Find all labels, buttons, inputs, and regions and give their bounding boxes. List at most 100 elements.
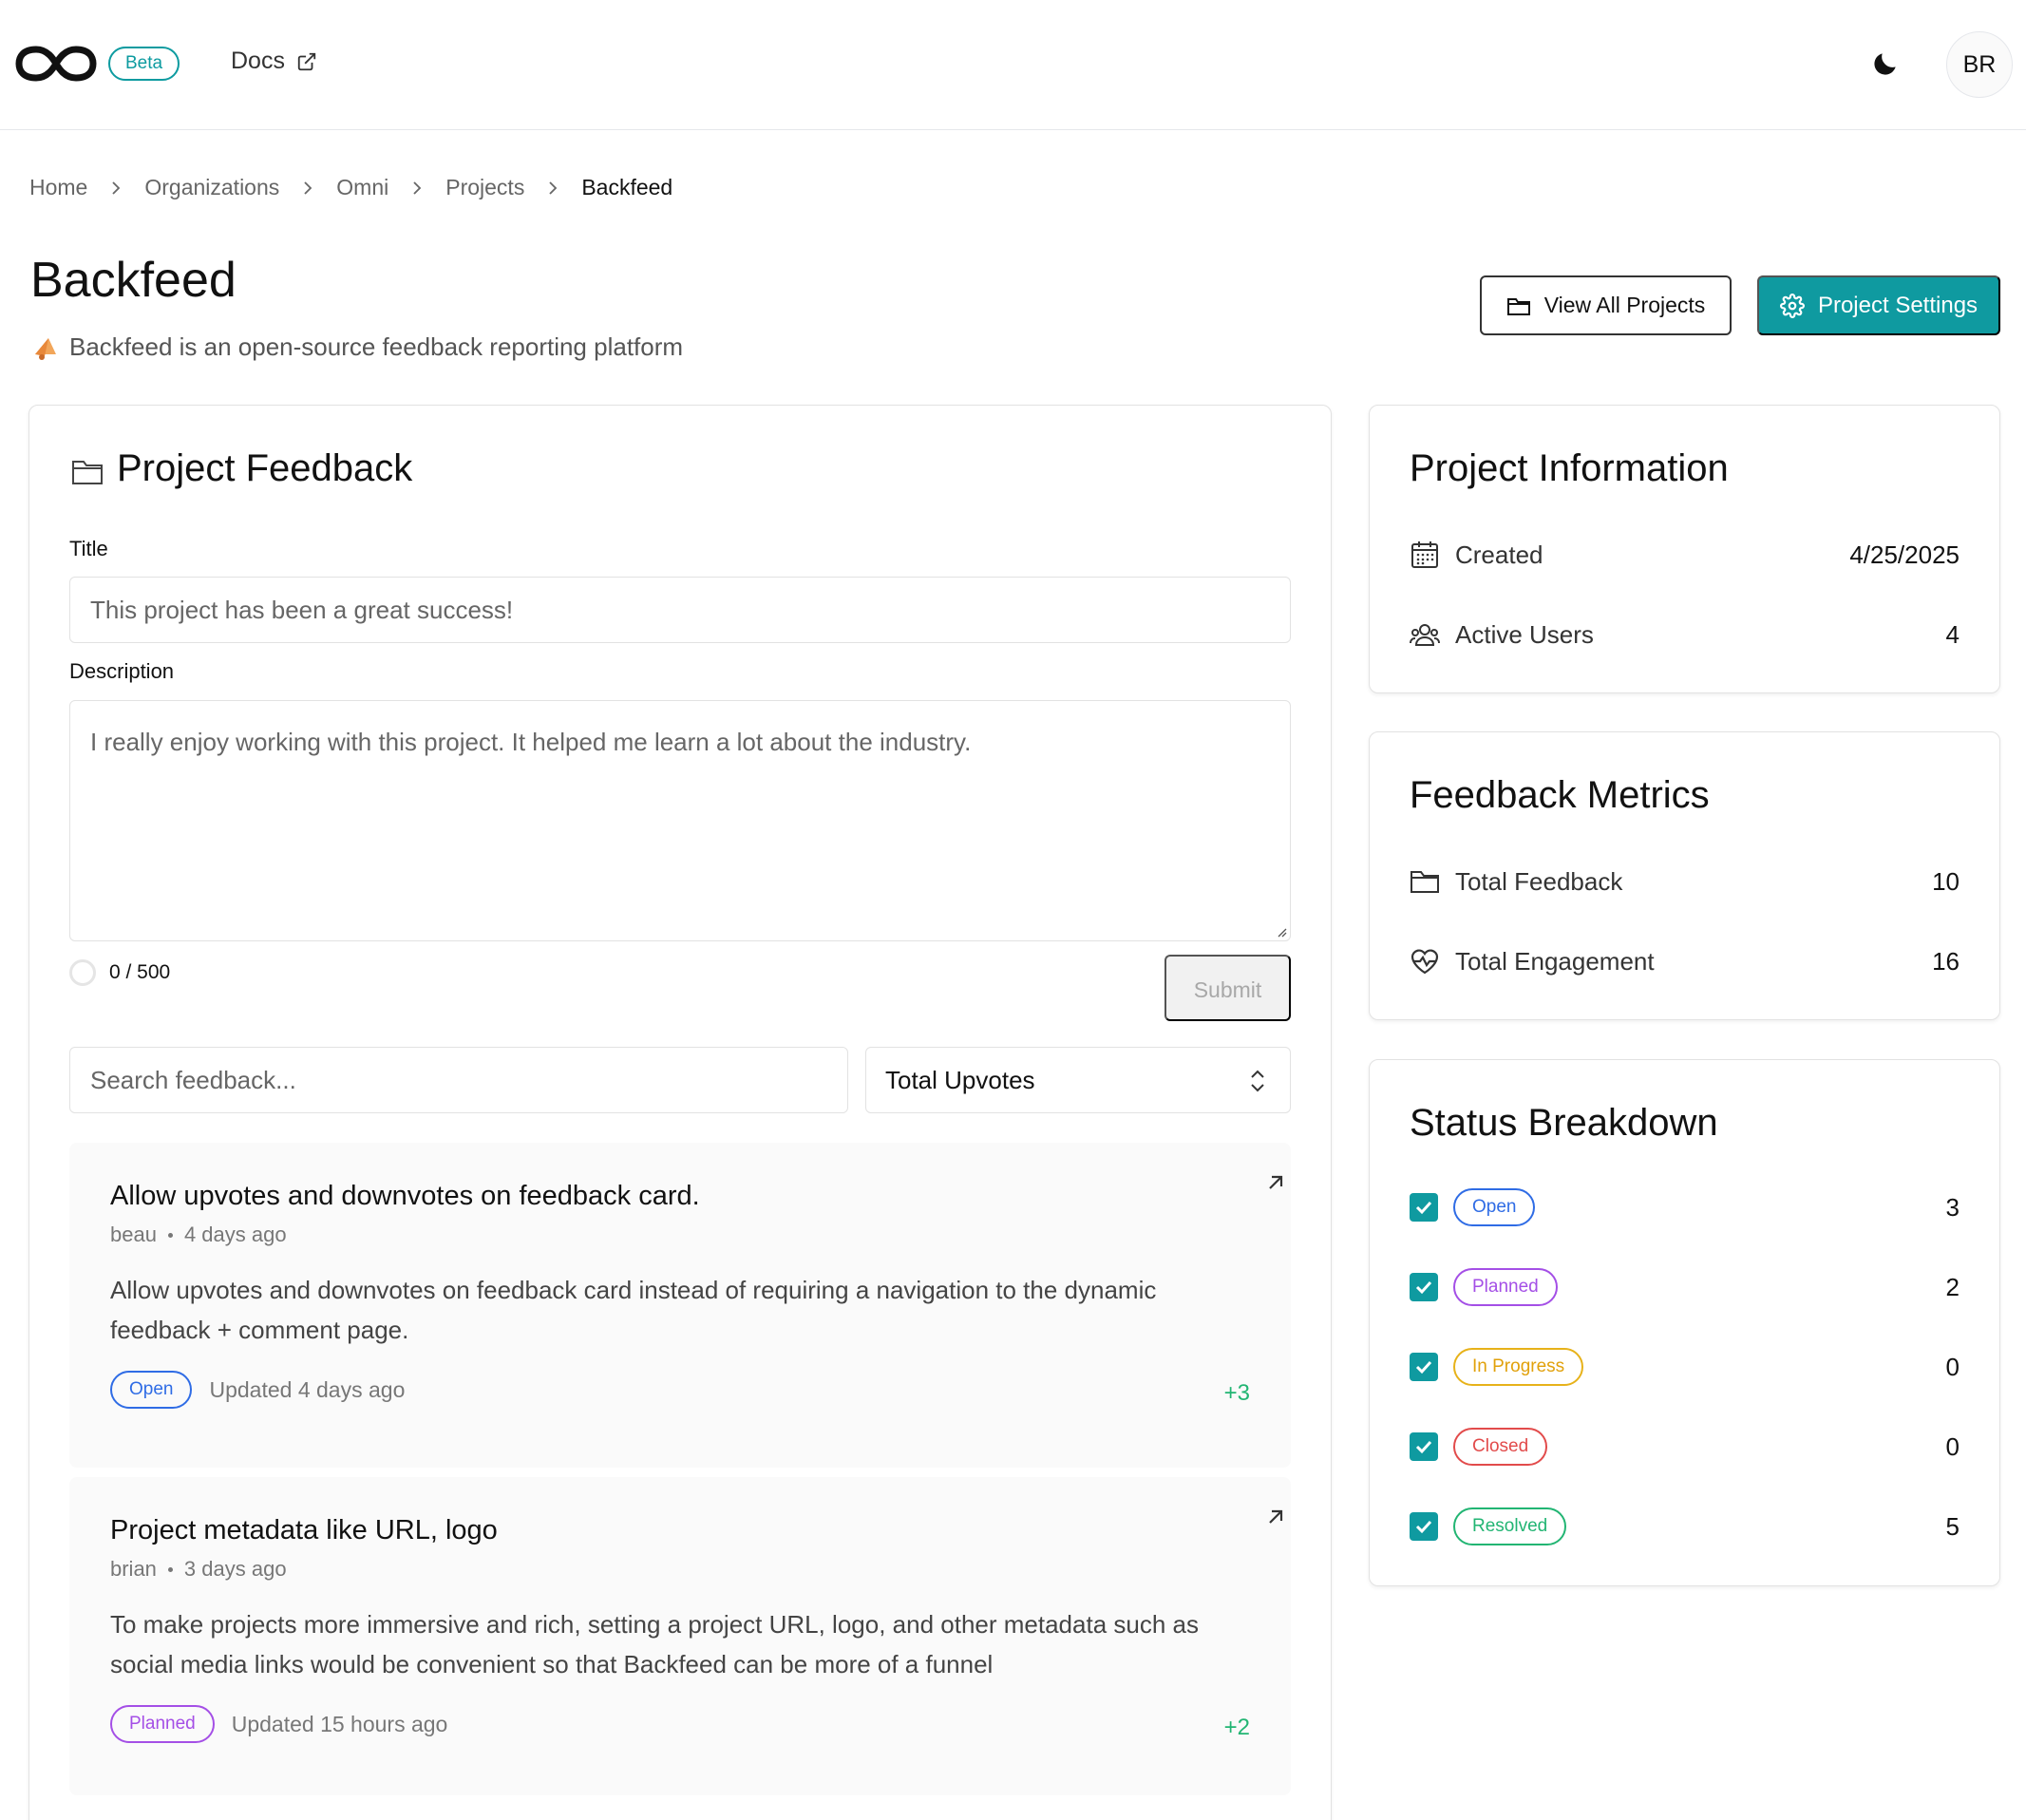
feedback-age: 3 days ago bbox=[183, 1557, 287, 1581]
char-counter: 0 / 500 bbox=[69, 959, 170, 986]
status-badge-resolved: Resolved bbox=[1453, 1507, 1567, 1545]
total-feedback-value: 10 bbox=[1932, 866, 1960, 896]
checkbox-checked[interactable] bbox=[1410, 1512, 1438, 1541]
status-badge: Planned bbox=[110, 1705, 215, 1743]
resize-grip-icon[interactable] bbox=[1276, 926, 1287, 938]
total-feedback-row: Total Feedback 10 bbox=[1410, 863, 1960, 901]
page-title: Backfeed bbox=[30, 253, 237, 308]
vote-count: +3 bbox=[1223, 1380, 1250, 1406]
progress-ring-icon bbox=[69, 959, 96, 986]
checkbox-checked[interactable] bbox=[1410, 1432, 1438, 1461]
arrow-up-right-icon[interactable] bbox=[1266, 1507, 1285, 1526]
breadcrumb-current: Backfeed bbox=[581, 175, 673, 199]
users-icon bbox=[1410, 624, 1440, 646]
feedback-title[interactable]: Allow upvotes and downvotes on feedback … bbox=[110, 1181, 700, 1212]
breadcrumb-home[interactable]: Home bbox=[29, 175, 87, 200]
checkbox-checked[interactable] bbox=[1410, 1353, 1438, 1381]
active-users-row: Active Users 4 bbox=[1410, 616, 1960, 654]
feedback-title[interactable]: Project metadata like URL, logo bbox=[110, 1515, 498, 1546]
checkmark-icon bbox=[1415, 1360, 1432, 1374]
status-row-closed: Closed 0 bbox=[1410, 1428, 1960, 1466]
folder-icon bbox=[1411, 871, 1439, 893]
status-count: 5 bbox=[1945, 1511, 1960, 1541]
breadcrumb-omni[interactable]: Omni bbox=[336, 175, 388, 200]
feedback-meta: beau 4 days ago bbox=[110, 1223, 287, 1247]
moon-icon[interactable] bbox=[1870, 48, 1901, 79]
created-label: Created bbox=[1455, 540, 1543, 569]
title-input[interactable]: This project has been a great success! bbox=[69, 577, 1291, 643]
chevron-up-down-icon bbox=[1251, 1070, 1264, 1092]
feedback-metrics-card: Feedback Metrics Total Feedback 10 Total… bbox=[1369, 731, 2000, 1020]
project-settings-button[interactable]: Project Settings bbox=[1757, 275, 2000, 335]
project-information-card: Project Information Created 4/25/2025 Ac… bbox=[1369, 405, 2000, 693]
status-count: 0 bbox=[1945, 1431, 1960, 1461]
breadcrumb-organizations[interactable]: Organizations bbox=[144, 175, 279, 200]
feedback-updated: Updated 15 hours ago bbox=[231, 1711, 448, 1736]
total-engagement-row: Total Engagement 16 bbox=[1410, 942, 1960, 980]
checkmark-icon bbox=[1415, 1201, 1432, 1215]
feedback-age: 4 days ago bbox=[183, 1223, 287, 1246]
checkmark-icon bbox=[1415, 1280, 1432, 1295]
active-users-label: Active Users bbox=[1455, 619, 1594, 649]
view-all-projects-button[interactable]: View All Projects bbox=[1480, 275, 1732, 335]
total-feedback-label: Total Feedback bbox=[1455, 866, 1623, 896]
status-badge-closed: Closed bbox=[1453, 1428, 1548, 1466]
docs-link[interactable]: Docs bbox=[231, 47, 317, 75]
chevron-right-icon bbox=[549, 180, 558, 195]
breadcrumb: Home Organizations Omni Projects Backfee… bbox=[29, 175, 672, 200]
status-breakdown-heading: Status Breakdown bbox=[1410, 1102, 1718, 1144]
status-badge: Open bbox=[110, 1371, 193, 1409]
checkmark-icon bbox=[1415, 1520, 1432, 1534]
feedback-body: To make projects more immersive and rich… bbox=[110, 1610, 1199, 1678]
avatar[interactable]: BR bbox=[1946, 31, 2013, 98]
status-badge-planned: Planned bbox=[1453, 1268, 1558, 1306]
checkmark-icon bbox=[1415, 1440, 1432, 1454]
docs-label: Docs bbox=[231, 47, 285, 74]
folder-icon bbox=[1506, 297, 1530, 315]
description-label: Description bbox=[69, 659, 175, 683]
status-row-planned: Planned 2 bbox=[1410, 1268, 1960, 1306]
feedback-item[interactable]: Project metadata like URL, logo brian 3 … bbox=[69, 1477, 1291, 1795]
checkbox-checked[interactable] bbox=[1410, 1193, 1438, 1222]
created-value: 4/25/2025 bbox=[1849, 540, 1960, 569]
checkbox-checked[interactable] bbox=[1410, 1273, 1438, 1301]
total-engagement-value: 16 bbox=[1932, 946, 1960, 976]
arrow-up-right-icon[interactable] bbox=[1266, 1173, 1285, 1192]
chevron-right-icon bbox=[413, 180, 422, 195]
status-row-in-progress: In Progress 0 bbox=[1410, 1348, 1960, 1386]
feedback-footer: Open Updated 4 days ago bbox=[110, 1371, 405, 1409]
feedback-metrics-heading: Feedback Metrics bbox=[1410, 774, 1710, 816]
sort-select-value: Total Upvotes bbox=[885, 1066, 1035, 1094]
title-label: Title bbox=[69, 537, 108, 560]
status-badge-open: Open bbox=[1453, 1188, 1536, 1226]
search-input[interactable]: Search feedback... bbox=[69, 1047, 848, 1113]
char-counter-text: 0 / 500 bbox=[109, 961, 171, 983]
project-feedback-card: Project Feedback Title This project has … bbox=[28, 405, 1332, 1820]
vote-count: +2 bbox=[1223, 1715, 1250, 1740]
feedback-meta: brian 3 days ago bbox=[110, 1557, 287, 1582]
active-users-value: 4 bbox=[1945, 619, 1960, 649]
feedback-item[interactable]: Allow upvotes and downvotes on feedback … bbox=[69, 1143, 1291, 1468]
sort-select[interactable]: Total Upvotes bbox=[865, 1047, 1291, 1113]
megaphone-icon bbox=[35, 337, 56, 360]
status-count: 2 bbox=[1945, 1272, 1960, 1301]
status-row-open: Open 3 bbox=[1410, 1188, 1960, 1226]
page-subtitle: Backfeed is an open-source feedback repo… bbox=[31, 332, 683, 362]
view-all-projects-label: View All Projects bbox=[1543, 293, 1706, 317]
status-count: 0 bbox=[1945, 1352, 1960, 1381]
project-settings-label: Project Settings bbox=[1817, 292, 1979, 318]
chevron-right-icon bbox=[304, 180, 312, 195]
subtitle-text: Backfeed is an open-source feedback repo… bbox=[69, 332, 684, 361]
chevron-right-icon bbox=[112, 180, 121, 195]
gear-icon bbox=[1779, 293, 1805, 318]
breadcrumb-projects[interactable]: Projects bbox=[445, 175, 524, 200]
feedback-author: brian bbox=[110, 1557, 157, 1581]
calendar-icon bbox=[1411, 541, 1438, 568]
folder-icon bbox=[72, 461, 103, 484]
dot-separator bbox=[167, 1566, 173, 1572]
project-information-heading: Project Information bbox=[1410, 447, 1729, 489]
infinity-logo-icon[interactable] bbox=[15, 44, 97, 84]
heart-pulse-icon bbox=[1411, 949, 1439, 975]
description-textarea[interactable]: I really enjoy working with this project… bbox=[69, 700, 1291, 941]
submit-button[interactable]: Submit bbox=[1164, 955, 1291, 1021]
